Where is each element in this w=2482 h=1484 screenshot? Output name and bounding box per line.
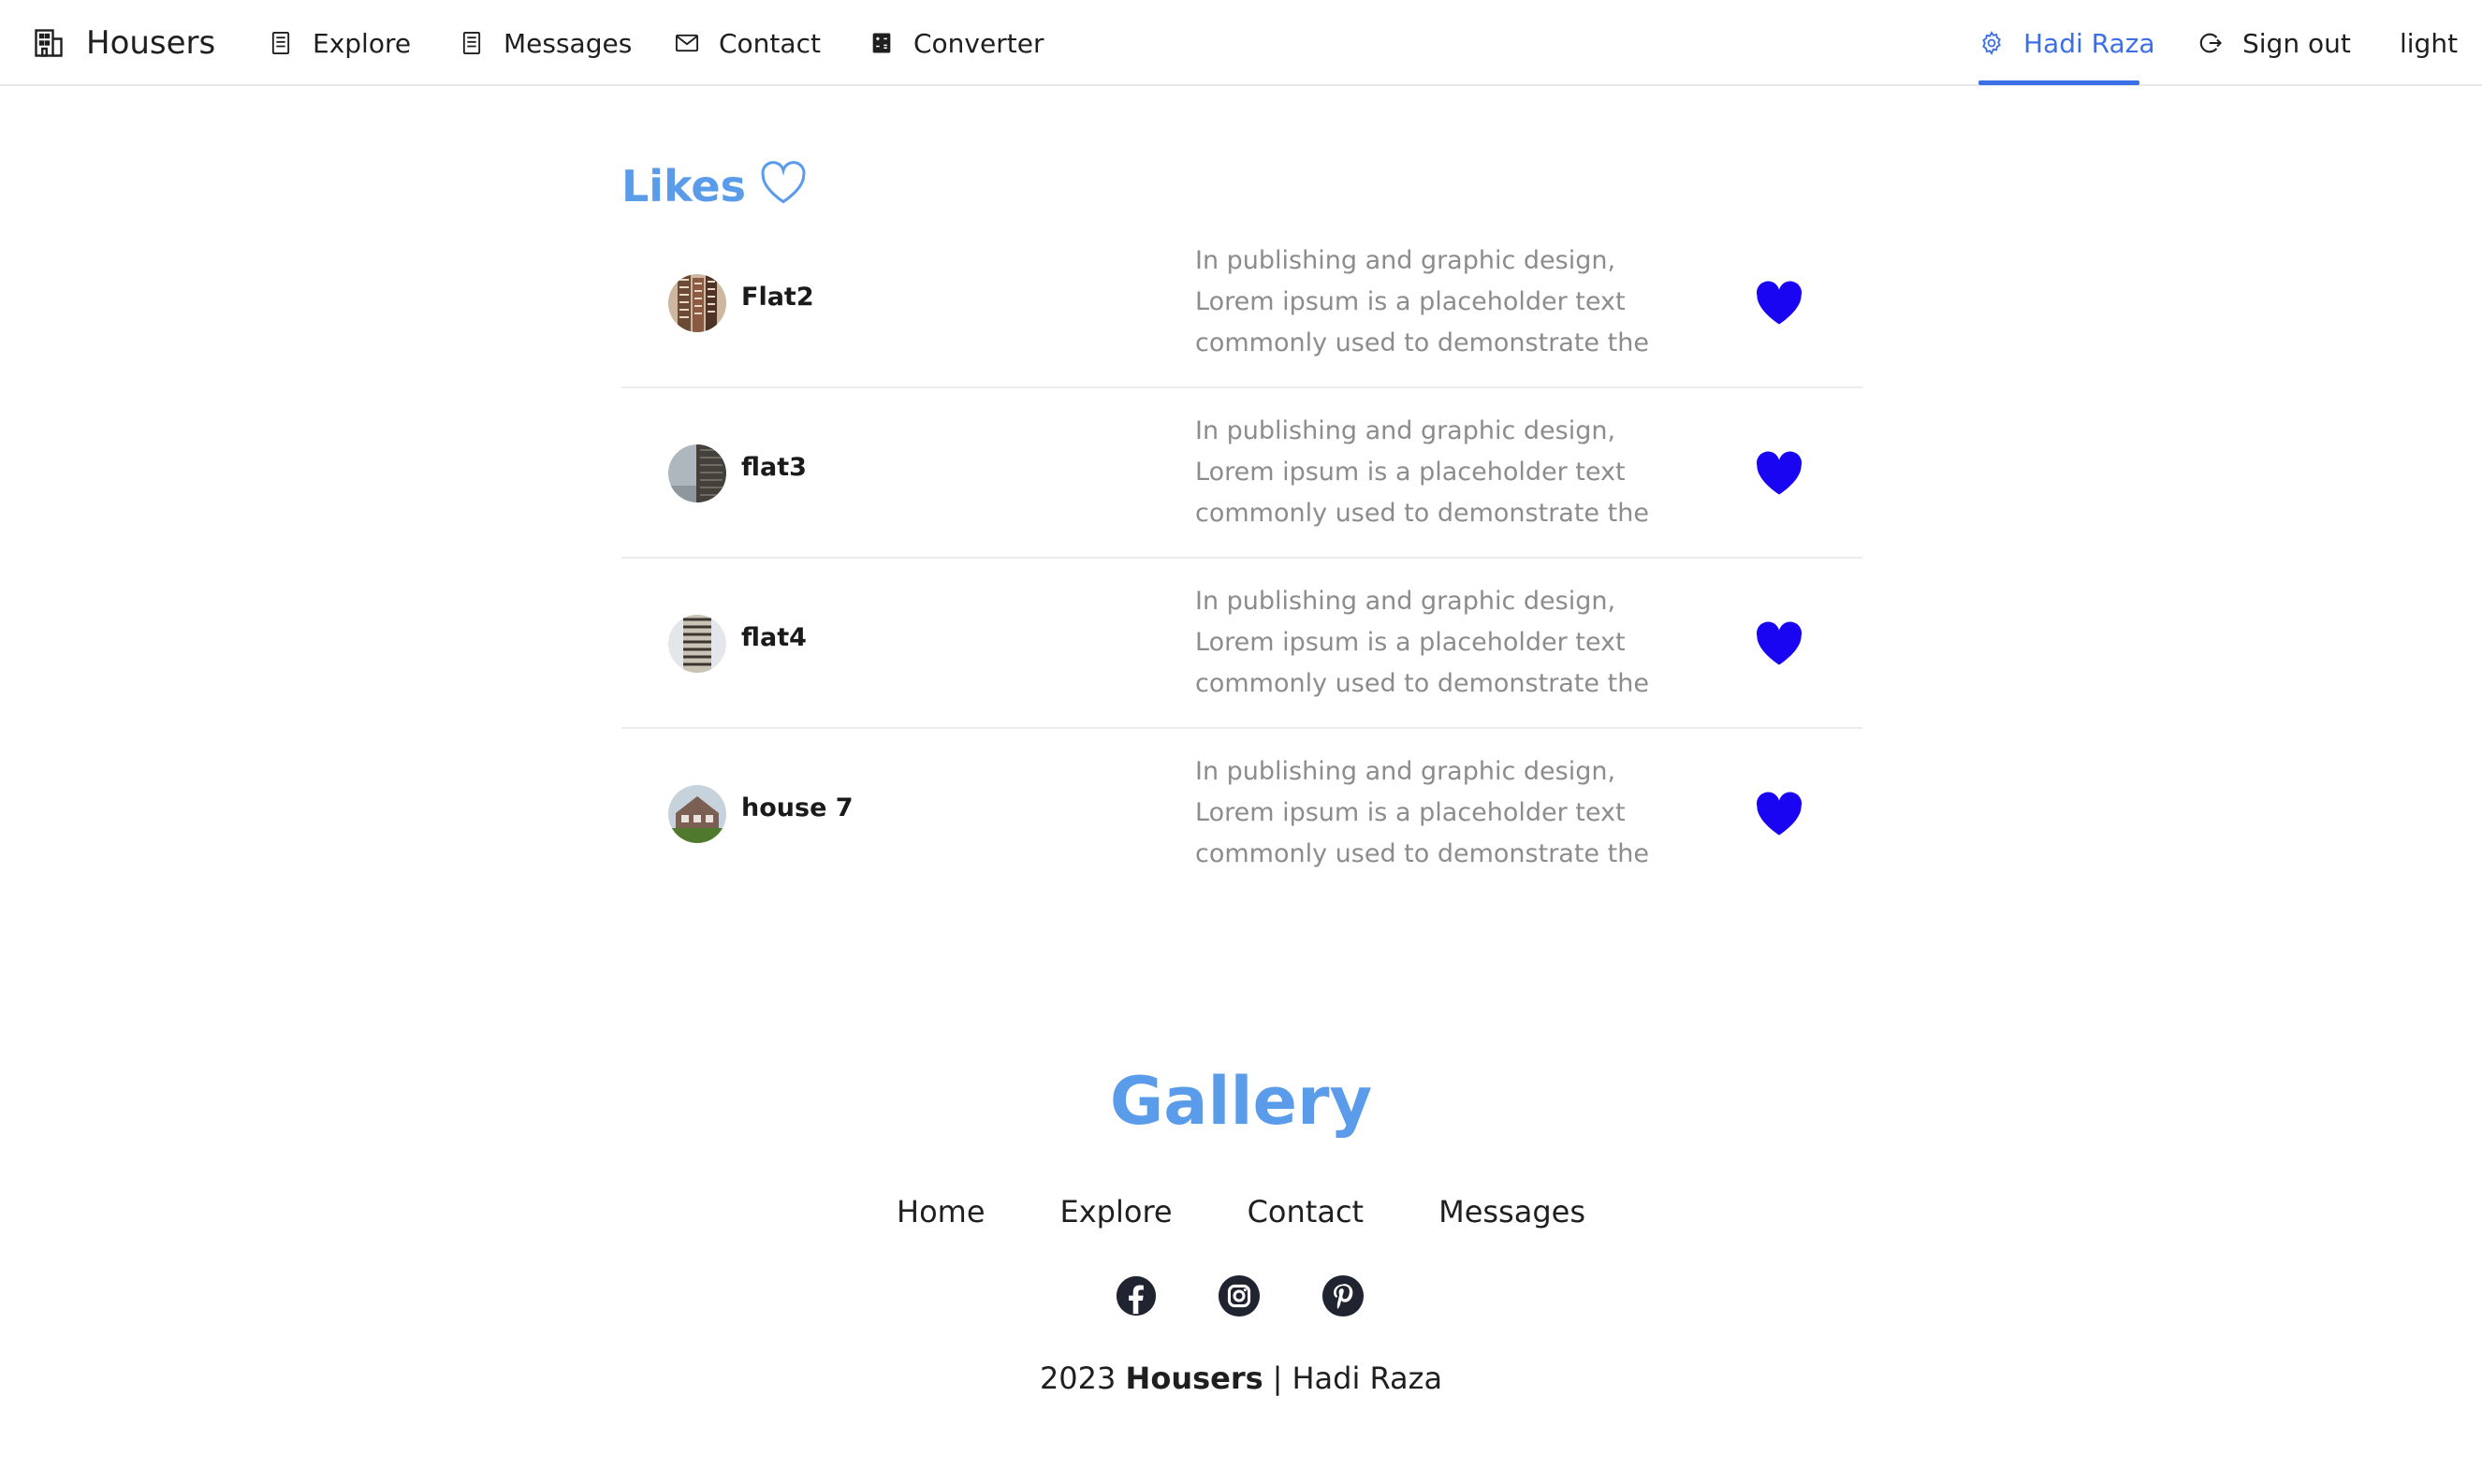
property-description: In publishing and graphic design, Lorem … <box>1195 246 1649 357</box>
document-list-icon <box>462 31 481 55</box>
property-name: flat4 <box>741 623 807 652</box>
property-thumbnail <box>668 444 726 502</box>
nav-converter[interactable]: Converter <box>869 0 1044 86</box>
likes-title: Likes <box>621 161 808 211</box>
list-item[interactable]: Flat2 In publishing and graphic design, … <box>621 218 1862 388</box>
footer-link-messages[interactable]: Messages <box>1438 1194 1585 1229</box>
top-navbar: Housers Explore Messages Contact Convert… <box>0 0 2482 86</box>
footer-links: Home Explore Contact Messages <box>0 1194 2482 1229</box>
instagram-icon[interactable] <box>1218 1274 1261 1317</box>
nav-messages-label: Messages <box>504 27 633 59</box>
avatar <box>668 274 726 332</box>
document-list-icon <box>271 31 290 55</box>
copyright: 2023 Housers | Hadi Raza <box>0 1360 2482 1396</box>
like-button[interactable] <box>1754 791 1804 837</box>
property-thumbnail <box>668 274 726 332</box>
nav-user-profile[interactable]: Hadi Raza <box>1978 0 2155 86</box>
theme-toggle[interactable]: light <box>2400 0 2458 86</box>
copyright-separator: | <box>1272 1360 1283 1396</box>
brand-name: Housers <box>86 24 216 62</box>
like-button[interactable] <box>1754 620 1804 667</box>
gear-icon <box>1982 31 2001 56</box>
nav-explore[interactable]: Explore <box>268 0 411 86</box>
nav-contact-label: Contact <box>719 27 821 59</box>
building-icon <box>35 29 63 57</box>
like-button[interactable] <box>1754 450 1804 497</box>
active-tab-indicator <box>1978 80 2139 85</box>
property-name: flat3 <box>741 453 807 482</box>
mail-icon <box>675 34 699 52</box>
heart-filled-icon <box>1756 451 1803 495</box>
avatar <box>668 615 726 673</box>
nav-converter-label: Converter <box>913 27 1044 59</box>
copyright-year: 2023 <box>1039 1360 1117 1396</box>
heart-filled-icon <box>1756 792 1803 836</box>
heart-outline-icon <box>761 161 806 204</box>
copyright-author: Hadi Raza <box>1292 1360 1443 1396</box>
brand-link[interactable]: Housers <box>32 0 215 86</box>
heart-filled-icon <box>1756 281 1803 325</box>
avatar <box>668 785 726 843</box>
property-description: In publishing and graphic design, Lorem … <box>1195 587 1649 698</box>
sign-out-icon <box>2199 33 2222 53</box>
property-name: Flat2 <box>741 283 814 312</box>
nav-explore-label: Explore <box>313 27 412 59</box>
footer-link-explore[interactable]: Explore <box>1060 1194 1173 1229</box>
facebook-icon[interactable] <box>1115 1274 1158 1317</box>
nav-signout[interactable]: Sign out <box>2197 0 2351 86</box>
footer-link-contact[interactable]: Contact <box>1248 1194 1365 1229</box>
nav-signout-label: Sign out <box>2242 27 2351 59</box>
likes-title-text: Likes <box>621 161 747 211</box>
nav-user-name: Hadi Raza <box>2023 27 2155 59</box>
like-button[interactable] <box>1754 280 1804 327</box>
property-name: house 7 <box>741 793 854 822</box>
property-thumbnail <box>668 615 726 673</box>
calculator-icon <box>872 33 891 53</box>
avatar <box>668 444 726 502</box>
pinterest-icon[interactable] <box>1321 1274 1365 1317</box>
list-item[interactable]: flat4 In publishing and graphic design, … <box>621 559 1862 729</box>
property-description: In publishing and graphic design, Lorem … <box>1195 757 1649 868</box>
theme-toggle-label: light <box>2400 27 2459 59</box>
nav-messages[interactable]: Messages <box>459 0 632 86</box>
list-item[interactable]: house 7 In publishing and graphic design… <box>621 729 1862 899</box>
property-description: In publishing and graphic design, Lorem … <box>1195 416 1649 528</box>
list-item[interactable]: flat3 In publishing and graphic design, … <box>621 388 1862 559</box>
heart-filled-icon <box>1756 621 1803 665</box>
property-thumbnail <box>668 785 726 843</box>
copyright-brand: Housers <box>1125 1360 1263 1396</box>
nav-contact[interactable]: Contact <box>674 0 821 86</box>
footer-title: Gallery <box>1109 1063 1373 1140</box>
footer-link-home[interactable]: Home <box>897 1194 986 1229</box>
